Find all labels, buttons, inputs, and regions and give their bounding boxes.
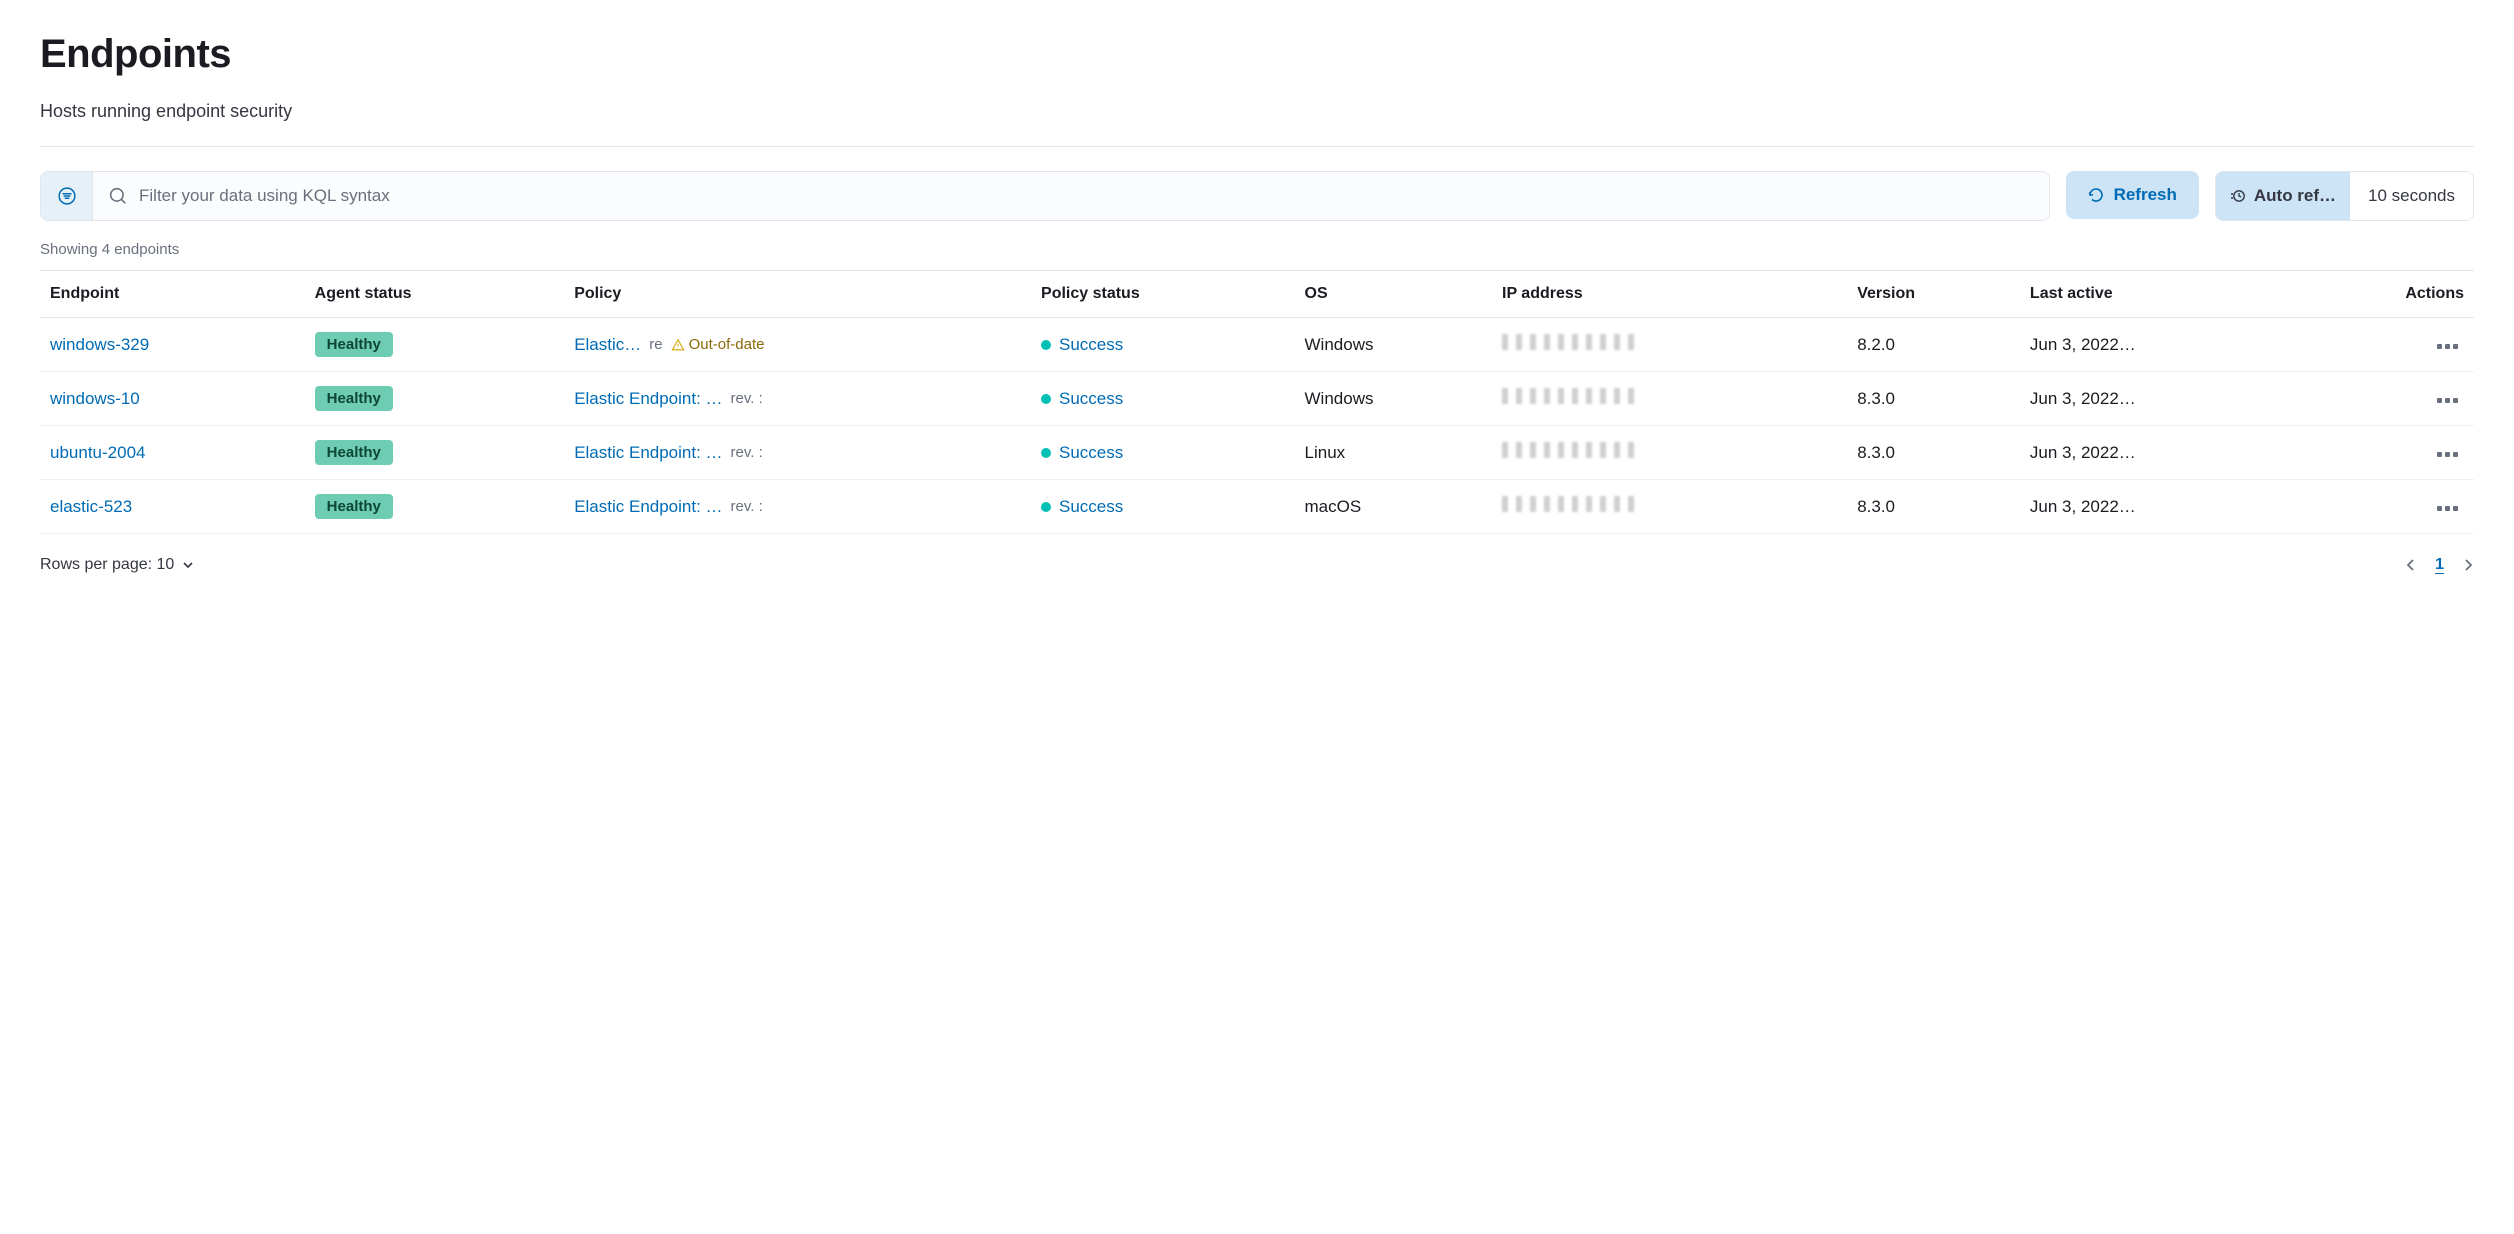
status-dot-icon: [1041, 502, 1051, 512]
toolbar: Refresh Auto ref… 10 seconds: [40, 171, 2474, 221]
last-active-cell: Jun 3, 2022…: [2020, 480, 2299, 534]
policy-link[interactable]: Elastic Endpoint: …: [574, 443, 722, 463]
col-actions: Actions: [2299, 271, 2474, 318]
auto-refresh-label: Auto ref…: [2254, 186, 2336, 206]
row-actions-button[interactable]: [2431, 338, 2464, 355]
ip-address-redacted: [1502, 334, 1642, 350]
status-dot-icon: [1041, 340, 1051, 350]
divider: [40, 146, 2474, 147]
refresh-label: Refresh: [2114, 185, 2177, 205]
table-row: windows-329 Healthy Elastic… re Out-of-date S…: [40, 318, 2474, 372]
policy-revision: rev. :: [731, 498, 763, 515]
auto-refresh-button[interactable]: Auto ref…: [2216, 172, 2350, 220]
chevron-down-icon: [182, 559, 194, 571]
status-dot-icon: [1041, 394, 1051, 404]
next-page-button[interactable]: [2462, 558, 2474, 572]
last-active-cell: Jun 3, 2022…: [2020, 426, 2299, 480]
policy-status-link[interactable]: Success: [1059, 335, 1123, 354]
policy-link[interactable]: Elastic Endpoint: …: [574, 497, 722, 517]
table-row: ubuntu-2004 Healthy Elastic Endpoint: … rev…: [40, 426, 2474, 480]
os-cell: macOS: [1295, 480, 1493, 534]
search-bar: [40, 171, 2050, 221]
endpoint-link[interactable]: windows-329: [50, 335, 149, 354]
refresh-icon: [2088, 187, 2104, 203]
out-of-date-badge: Out-of-date: [671, 336, 765, 353]
table-header-row: Endpoint Agent status Policy Policy stat…: [40, 271, 2474, 318]
row-actions-button[interactable]: [2431, 446, 2464, 463]
os-cell: Windows: [1295, 372, 1493, 426]
result-count: Showing 4 endpoints: [40, 241, 2474, 258]
last-active-cell: Jun 3, 2022…: [2020, 318, 2299, 372]
version-cell: 8.3.0: [1847, 372, 2020, 426]
search-input[interactable]: [139, 186, 2033, 206]
col-endpoint[interactable]: Endpoint: [40, 271, 305, 318]
policy-revision: rev. :: [731, 444, 763, 461]
version-cell: 8.3.0: [1847, 426, 2020, 480]
col-os[interactable]: OS: [1295, 271, 1493, 318]
version-cell: 8.2.0: [1847, 318, 2020, 372]
policy-status-link[interactable]: Success: [1059, 443, 1123, 462]
rows-per-page-select[interactable]: Rows per page: 10: [40, 556, 194, 574]
ip-address-redacted: [1502, 496, 1642, 512]
table-row: elastic-523 Healthy Elastic Endpoint: … rev…: [40, 480, 2474, 534]
col-policy[interactable]: Policy: [564, 271, 1031, 318]
status-badge: Healthy: [315, 332, 393, 357]
auto-refresh-control: Auto ref… 10 seconds: [2215, 171, 2474, 221]
page-subtitle: Hosts running endpoint security: [40, 101, 2474, 122]
status-badge: Healthy: [315, 386, 393, 411]
endpoints-table: Endpoint Agent status Policy Policy stat…: [40, 270, 2474, 534]
row-actions-button[interactable]: [2431, 500, 2464, 517]
auto-refresh-interval[interactable]: 10 seconds: [2350, 172, 2473, 220]
search-icon: [109, 187, 127, 205]
filter-options-button[interactable]: [41, 172, 93, 220]
policy-status-link[interactable]: Success: [1059, 389, 1123, 408]
status-dot-icon: [1041, 448, 1051, 458]
row-actions-button[interactable]: [2431, 392, 2464, 409]
os-cell: Linux: [1295, 426, 1493, 480]
policy-status-link[interactable]: Success: [1059, 497, 1123, 516]
pagination: 1: [2405, 556, 2474, 574]
ip-address-redacted: [1502, 388, 1642, 404]
col-ip[interactable]: IP address: [1492, 271, 1847, 318]
rows-per-page-label: Rows per page: 10: [40, 556, 174, 574]
os-cell: Windows: [1295, 318, 1493, 372]
last-active-cell: Jun 3, 2022…: [2020, 372, 2299, 426]
endpoint-link[interactable]: elastic-523: [50, 497, 132, 516]
ip-address-redacted: [1502, 442, 1642, 458]
refresh-button[interactable]: Refresh: [2066, 171, 2199, 219]
policy-link[interactable]: Elastic…: [574, 335, 641, 355]
policy-revision: re: [649, 336, 662, 353]
table-footer: Rows per page: 10 1: [40, 534, 2474, 574]
status-badge: Healthy: [315, 440, 393, 465]
clock-fast-icon: [2230, 188, 2246, 204]
filter-icon: [58, 187, 76, 205]
page-title: Endpoints: [40, 32, 2474, 77]
current-page[interactable]: 1: [2435, 556, 2444, 574]
col-version[interactable]: Version: [1847, 271, 2020, 318]
policy-link[interactable]: Elastic Endpoint: …: [574, 389, 722, 409]
policy-revision: rev. :: [731, 390, 763, 407]
endpoint-link[interactable]: ubuntu-2004: [50, 443, 145, 462]
col-policy-status[interactable]: Policy status: [1031, 271, 1295, 318]
prev-page-button[interactable]: [2405, 558, 2417, 572]
col-last-active[interactable]: Last active: [2020, 271, 2299, 318]
status-badge: Healthy: [315, 494, 393, 519]
version-cell: 8.3.0: [1847, 480, 2020, 534]
endpoint-link[interactable]: windows-10: [50, 389, 140, 408]
warning-icon: [671, 338, 685, 352]
table-row: windows-10 Healthy Elastic Endpoint: … rev.…: [40, 372, 2474, 426]
col-agent-status[interactable]: Agent status: [305, 271, 565, 318]
search-inner: [93, 172, 2049, 220]
